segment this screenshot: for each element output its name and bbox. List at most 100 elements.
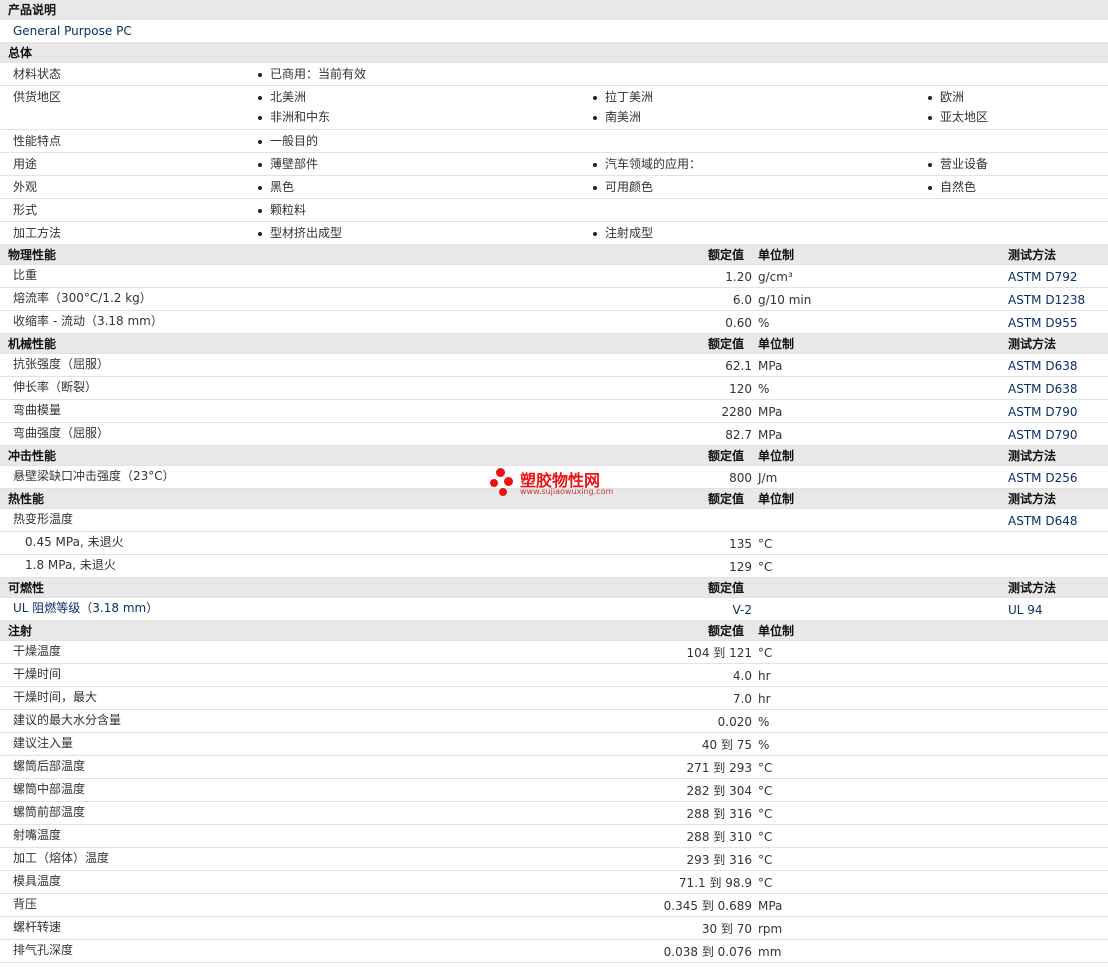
info-item: 黑色 bbox=[258, 177, 294, 197]
col-header-value: 额定值 bbox=[708, 624, 745, 638]
property-row: 抗张强度（屈服） 62.1 MPa ASTM D638 bbox=[0, 354, 1108, 377]
info-label: 外观 bbox=[13, 180, 38, 194]
property-value: 0.020 bbox=[717, 715, 752, 729]
info-row: 材料状态 已商用：当前有效 bbox=[0, 63, 1108, 86]
property-value: 288 到 310 bbox=[686, 830, 752, 844]
property-row: 弯曲强度（屈服） 82.7 MPa ASTM D790 bbox=[0, 423, 1108, 446]
property-unit: °C bbox=[758, 876, 773, 890]
bullet-icon bbox=[258, 115, 262, 120]
section-header: 产品说明 bbox=[0, 0, 1108, 20]
property-name: 比重 bbox=[13, 268, 38, 282]
property-unit: °C bbox=[758, 784, 773, 798]
info-item-text: 颗粒料 bbox=[270, 203, 307, 217]
property-value: V-2 bbox=[732, 603, 752, 617]
property-row: 1.8 MPa, 未退火 129 °C bbox=[0, 555, 1108, 578]
property-name: 射嘴温度 bbox=[13, 828, 62, 842]
property-row: 干燥温度 104 到 121 °C bbox=[0, 641, 1108, 664]
property-name: 背压 bbox=[13, 897, 38, 911]
info-item-text: 一般目的 bbox=[270, 134, 319, 148]
test-method: ASTM D638 bbox=[1008, 359, 1078, 373]
property-name: 伸长率（断裂） bbox=[13, 380, 98, 394]
bullet-icon bbox=[258, 162, 262, 167]
property-unit: g/10 min bbox=[758, 293, 812, 307]
property-value: 82.7 bbox=[725, 428, 752, 442]
property-unit: % bbox=[758, 715, 770, 729]
bullet-icon bbox=[593, 231, 597, 236]
property-unit: g/cm³ bbox=[758, 270, 793, 284]
col-header-value: 额定值 bbox=[708, 449, 745, 463]
bullet-icon bbox=[258, 72, 262, 77]
property-unit: °C bbox=[758, 761, 773, 775]
property-unit: MPa bbox=[758, 359, 783, 373]
section-title: 冲击性能 bbox=[8, 449, 57, 463]
info-item: 已商用：当前有效 bbox=[258, 64, 366, 84]
info-item: 型材挤出成型 bbox=[258, 223, 342, 243]
info-item-text: 欧洲 bbox=[940, 90, 965, 104]
product-description: General Purpose PC bbox=[13, 24, 132, 38]
info-item-text: 汽车领域的应用： bbox=[605, 157, 702, 171]
section-title: 机械性能 bbox=[8, 337, 57, 351]
bullet-icon bbox=[593, 185, 597, 190]
info-item: 非洲和中东 bbox=[258, 107, 330, 127]
info-item: 一般目的 bbox=[258, 131, 318, 151]
col-header-value: 额定值 bbox=[708, 492, 745, 506]
info-item: 营业设备 bbox=[928, 154, 988, 174]
property-row: 弯曲模量 2280 MPa ASTM D790 bbox=[0, 400, 1108, 423]
property-name: 螺筒前部温度 bbox=[13, 805, 86, 819]
property-unit: °C bbox=[758, 807, 773, 821]
property-value: 4.0 bbox=[732, 669, 752, 683]
property-row: 0.45 MPa, 未退火 135 °C bbox=[0, 532, 1108, 555]
info-row: 加工方法 型材挤出成型 注射成型 bbox=[0, 222, 1108, 245]
col-header-unit: 单位制 bbox=[758, 337, 795, 351]
test-method: ASTM D790 bbox=[1008, 405, 1078, 419]
property-value: 0.60 bbox=[725, 316, 752, 330]
property-value: 40 到 75 bbox=[701, 738, 752, 752]
property-row: 比重 1.20 g/cm³ ASTM D792 bbox=[0, 265, 1108, 288]
bullet-icon bbox=[928, 185, 932, 190]
property-unit: J/m bbox=[758, 471, 778, 485]
property-value: 2280 bbox=[721, 405, 752, 419]
property-row: 干燥时间 4.0 hr bbox=[0, 664, 1108, 687]
property-value: 71.1 到 98.9 bbox=[678, 876, 752, 890]
section-title: 物理性能 bbox=[8, 248, 57, 262]
property-unit: °C bbox=[758, 560, 773, 574]
bullet-icon bbox=[928, 115, 932, 120]
info-item: 颗粒料 bbox=[258, 200, 306, 220]
property-row: 干燥时间，最大 7.0 hr bbox=[0, 687, 1108, 710]
info-item-text: 已商用：当前有效 bbox=[270, 67, 367, 81]
bullet-icon bbox=[593, 115, 597, 120]
property-unit: °C bbox=[758, 853, 773, 867]
property-name: 干燥温度 bbox=[13, 644, 62, 658]
info-row: 用途 薄壁部件 汽车领域的应用： 营业设备 bbox=[0, 153, 1108, 176]
info-item-text: 型材挤出成型 bbox=[270, 226, 343, 240]
info-item: 汽车领域的应用： bbox=[593, 154, 701, 174]
info-item: 亚太地区 bbox=[928, 107, 988, 127]
info-label: 加工方法 bbox=[13, 226, 62, 240]
info-row: 外观 黑色 可用颜色 自然色 bbox=[0, 176, 1108, 199]
info-item-text: 南美洲 bbox=[605, 110, 642, 124]
test-method: ASTM D955 bbox=[1008, 316, 1078, 330]
property-row: 收缩率 - 流动（3.18 mm） 0.60% ASTM D955 bbox=[0, 311, 1108, 334]
info-item: 北美洲 bbox=[258, 87, 306, 107]
property-name: UL 阻燃等级（3.18 mm） bbox=[13, 601, 159, 615]
section-header: 冲击性能 额定值 单位制 测试方法 bbox=[0, 446, 1108, 466]
col-header-value: 额定值 bbox=[708, 248, 745, 262]
info-label: 形式 bbox=[13, 203, 38, 217]
info-item-text: 非洲和中东 bbox=[270, 110, 331, 124]
property-value: 271 到 293 bbox=[686, 761, 752, 775]
bullet-icon bbox=[258, 95, 262, 100]
test-method: ASTM D792 bbox=[1008, 270, 1078, 284]
info-item-text: 拉丁美洲 bbox=[605, 90, 654, 104]
section-title: 热性能 bbox=[8, 492, 45, 506]
col-header-method: 测试方法 bbox=[1008, 449, 1057, 463]
property-name: 建议注入量 bbox=[13, 736, 74, 750]
property-unit: rpm bbox=[758, 922, 783, 936]
info-item: 可用颜色 bbox=[593, 177, 653, 197]
property-name: 1.8 MPa, 未退火 bbox=[25, 558, 116, 572]
property-name: 悬壁梁缺口冲击强度（23°C） bbox=[13, 469, 175, 483]
info-item-text: 注射成型 bbox=[605, 226, 654, 240]
property-name: 干燥时间，最大 bbox=[13, 690, 98, 704]
info-item-text: 自然色 bbox=[940, 180, 977, 194]
property-row: 建议注入量 40 到 75% bbox=[0, 733, 1108, 756]
section-title: 总体 bbox=[8, 46, 33, 60]
